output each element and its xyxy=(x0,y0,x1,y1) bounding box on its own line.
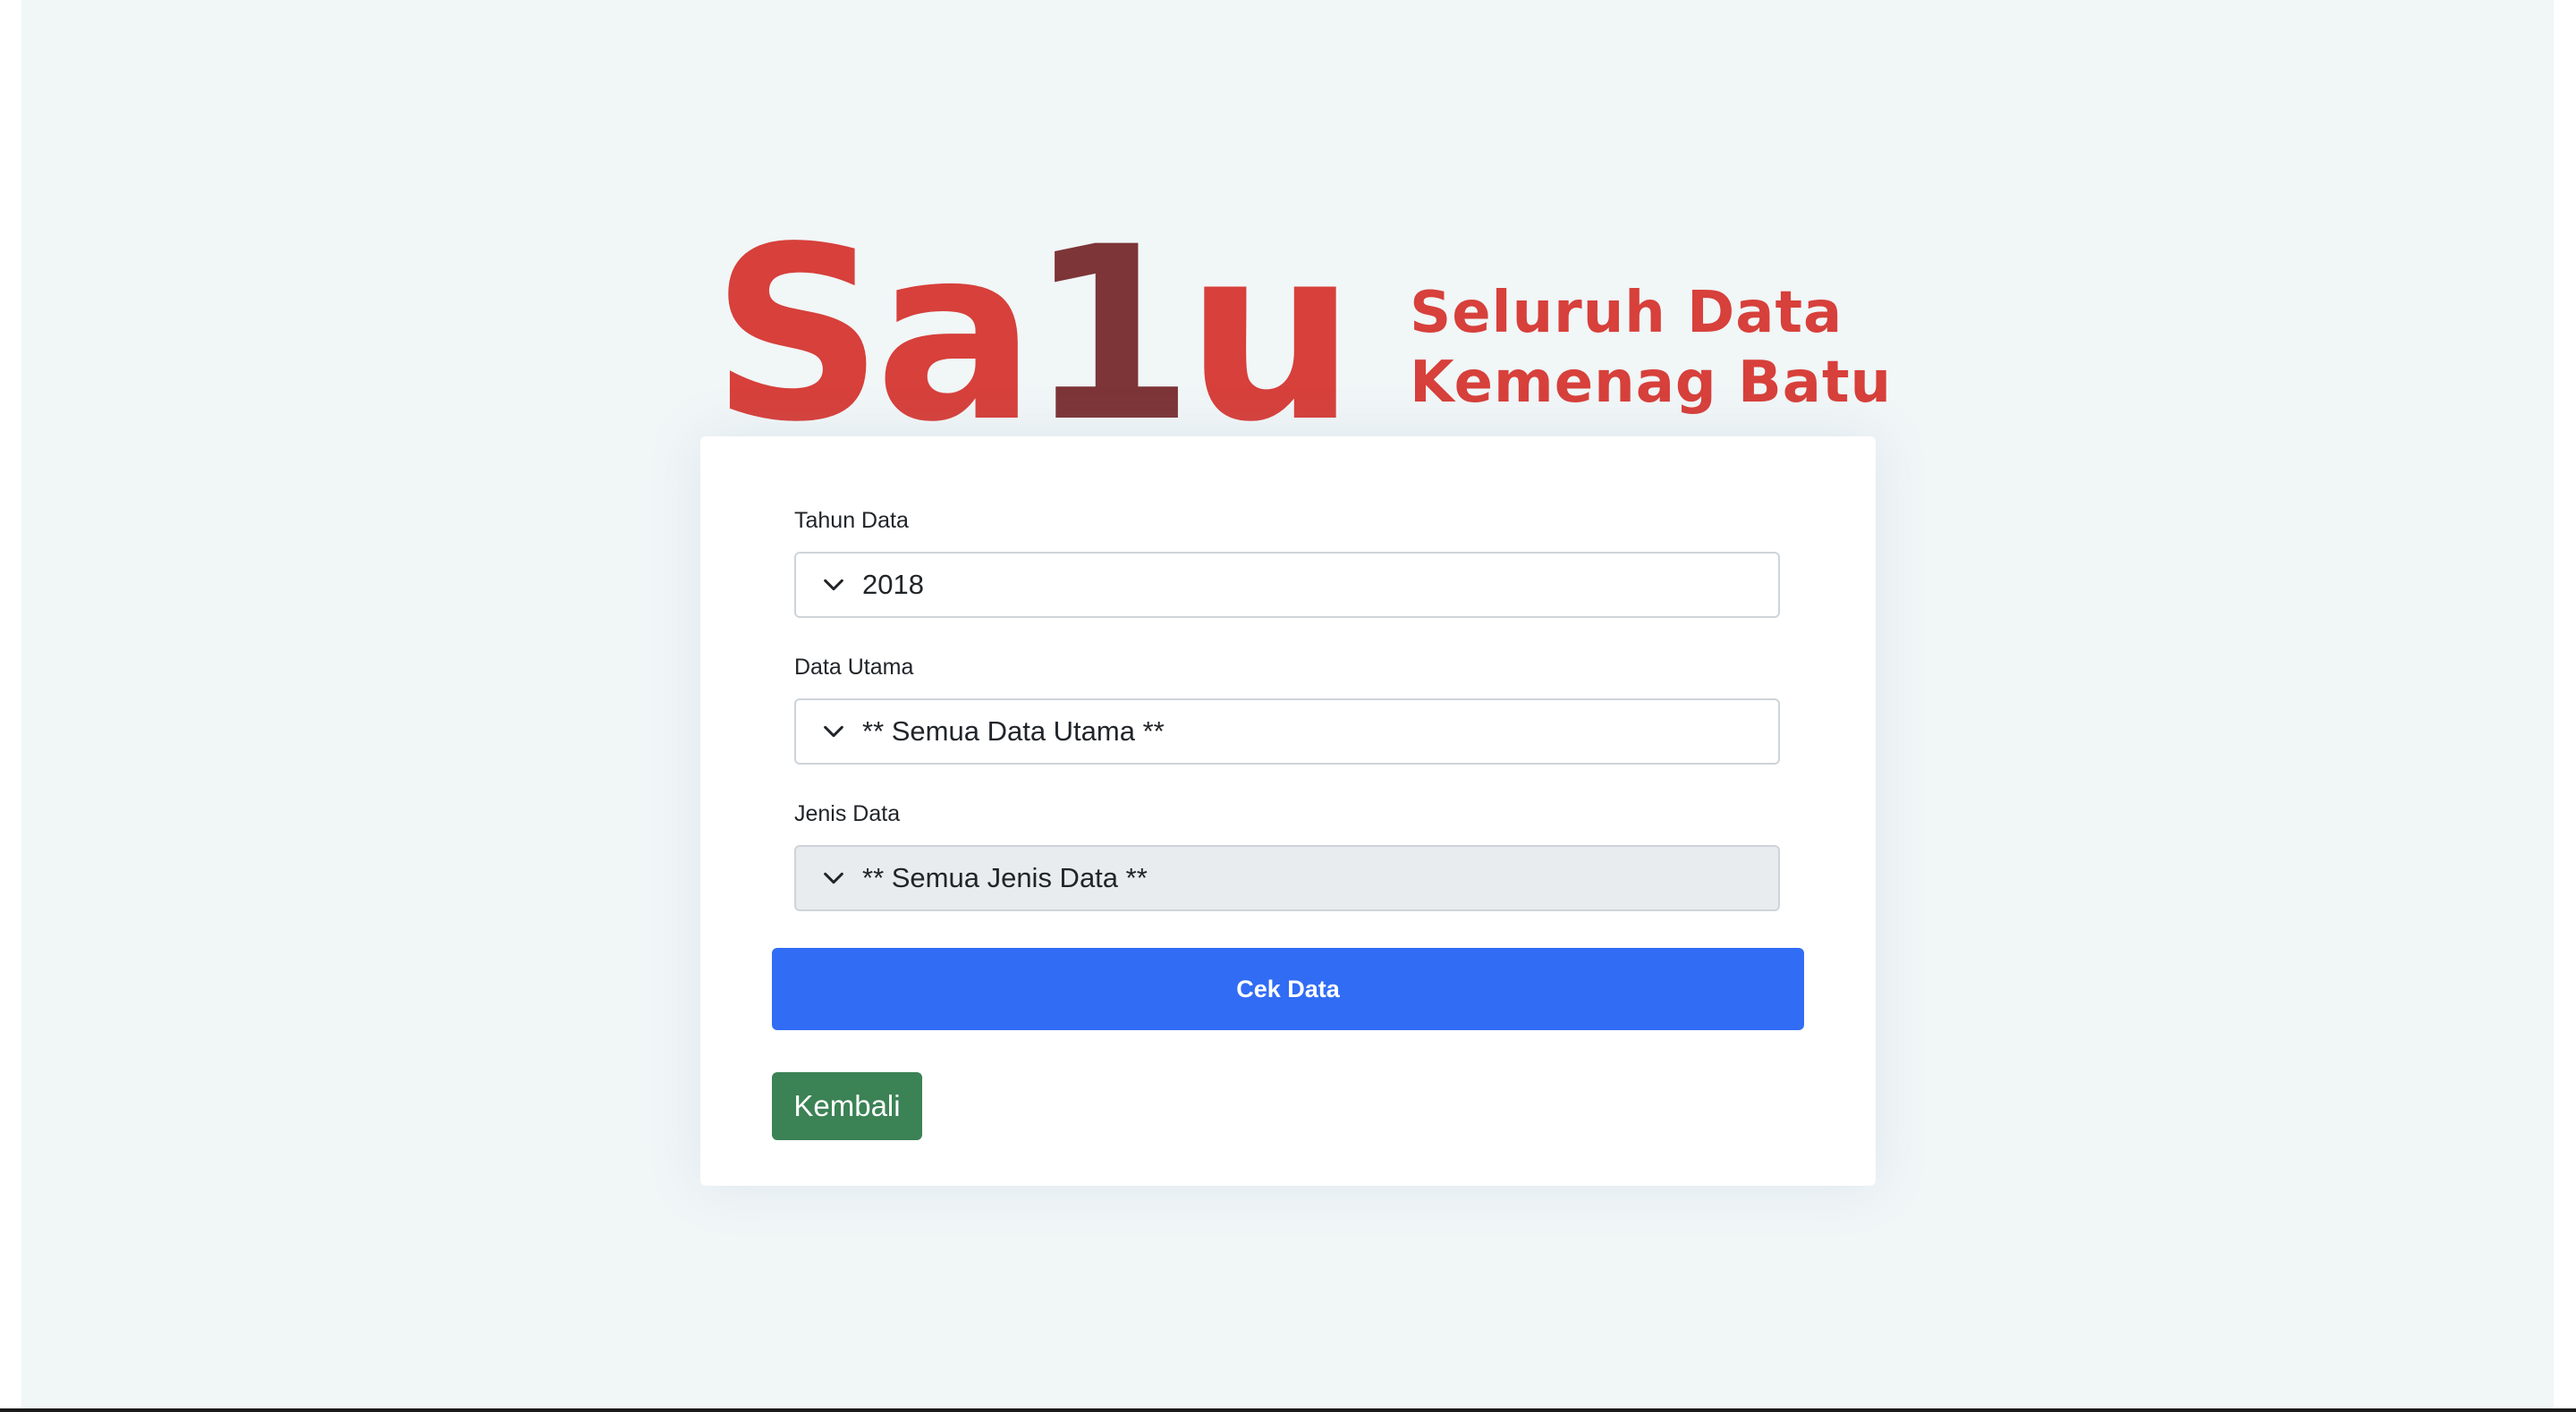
jenis-data-value: ** Semua Jenis Data ** xyxy=(862,862,1148,893)
data-utama-label: Data Utama xyxy=(794,655,914,680)
logo-tagline-line1: Seluruh Data xyxy=(1410,280,1843,346)
app-logo: Sa 1 u Seluruh Data Kemenag Batu xyxy=(711,196,1891,475)
tahun-data-select[interactable]: 2018 xyxy=(794,552,1780,618)
filter-form-card: Tahun Data 2018 Data Utama ** Semua Data… xyxy=(700,436,1876,1186)
jenis-data-select[interactable]: ** Semua Jenis Data ** xyxy=(794,845,1780,911)
tahun-data-label: Tahun Data xyxy=(794,508,909,533)
chevron-down-icon xyxy=(824,872,843,884)
chevron-down-icon xyxy=(824,725,843,738)
logo-tagline-line2: Kemenag Batu xyxy=(1410,350,1893,416)
bottom-border xyxy=(0,1408,2576,1412)
logo-tagline: Seluruh Data Kemenag Batu xyxy=(1410,278,1892,418)
tahun-data-value: 2018 xyxy=(862,569,924,600)
data-utama-select[interactable]: ** Semua Data Utama ** xyxy=(794,698,1780,765)
cek-data-button[interactable]: Cek Data xyxy=(772,948,1804,1030)
logo-wordmark-suffix: u xyxy=(1185,196,1356,475)
jenis-data-label: Jenis Data xyxy=(794,801,901,826)
logo-wordmark-digit: 1 xyxy=(1027,196,1195,475)
kembali-button[interactable]: Kembali xyxy=(772,1072,922,1140)
data-utama-value: ** Semua Data Utama ** xyxy=(862,715,1165,747)
logo-wordmark: Sa 1 u xyxy=(711,196,1356,475)
chevron-down-icon xyxy=(824,579,843,591)
logo-wordmark-prefix: Sa xyxy=(711,196,1037,475)
